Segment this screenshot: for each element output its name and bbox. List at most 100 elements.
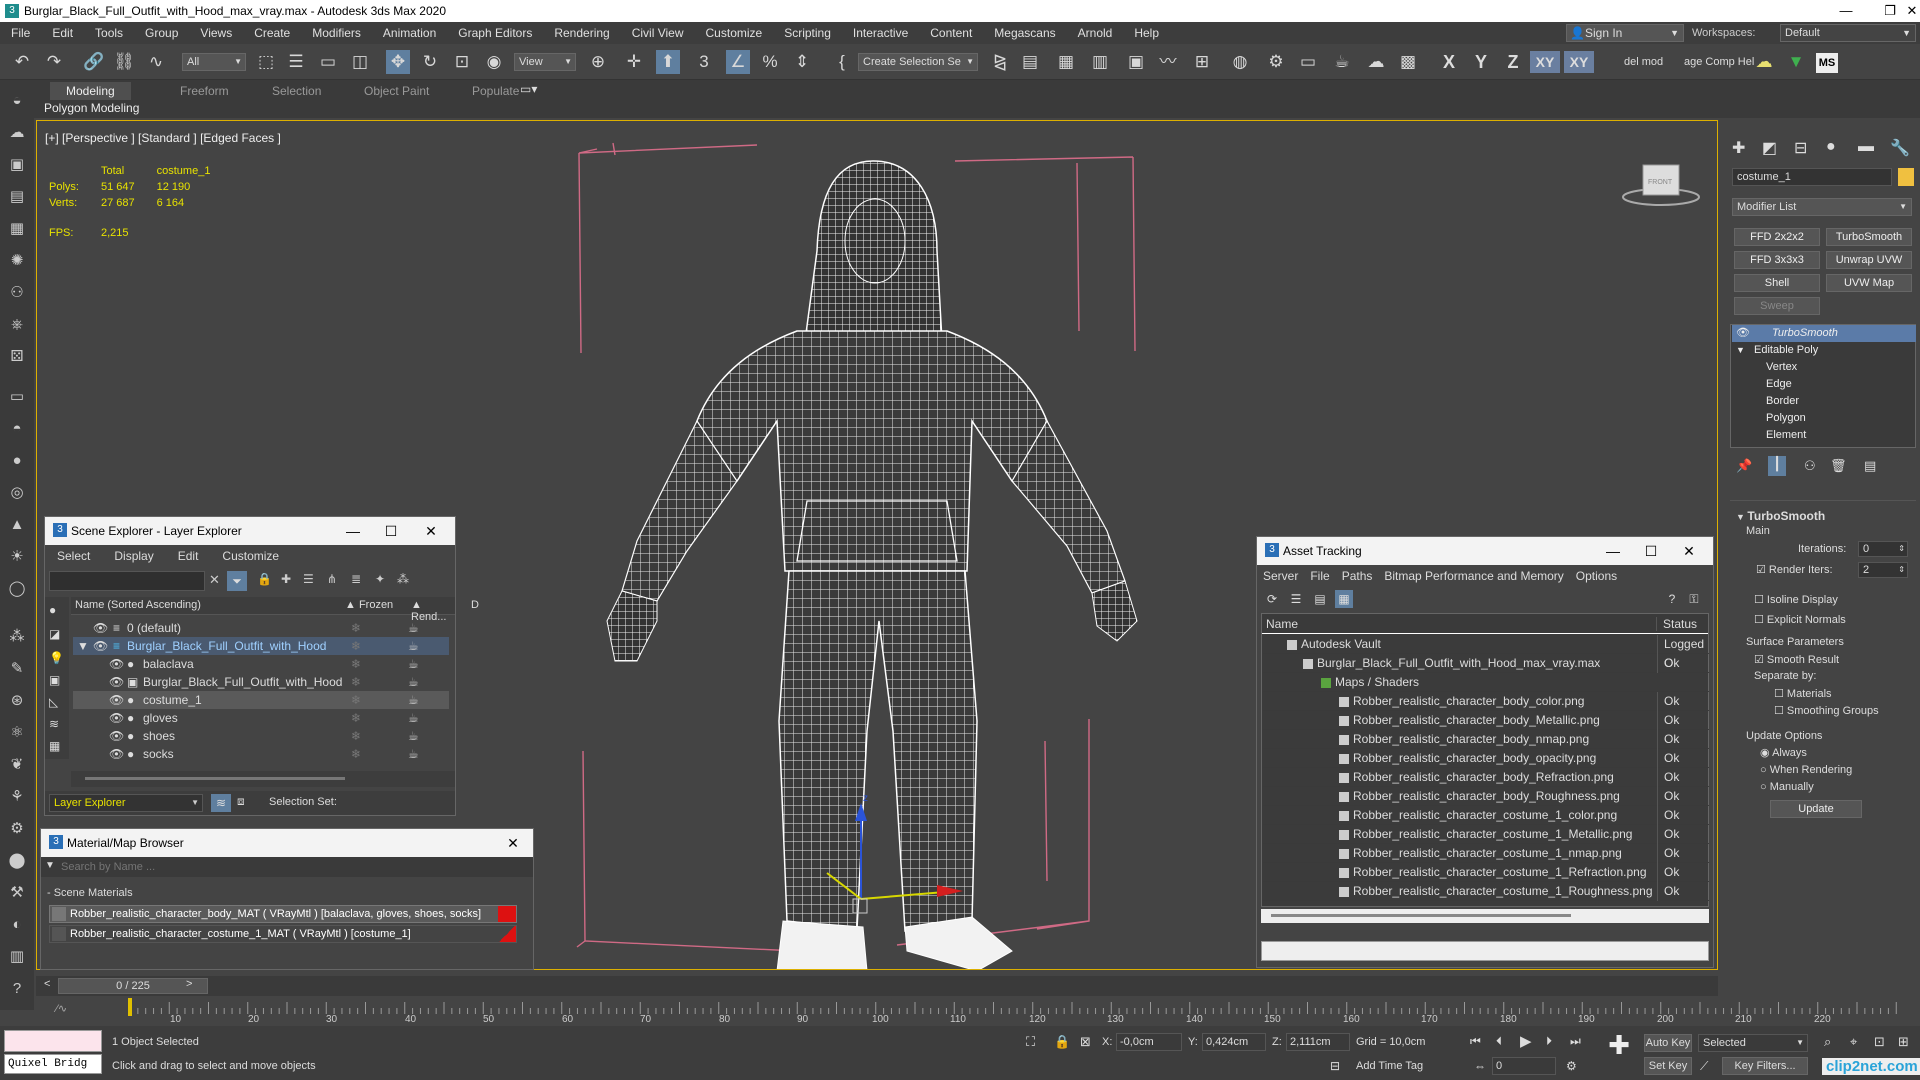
render-setup-icon[interactable]: ⚙ bbox=[1264, 50, 1288, 74]
object-row[interactable]: 👁 ▣ Burglar_Black_Full_Outfit_with_Hood … bbox=[73, 673, 449, 691]
link-icon[interactable]: 🔗 bbox=[82, 50, 106, 74]
plant-icon[interactable]: ❦ bbox=[6, 754, 28, 776]
turbosmooth-button[interactable]: TurboSmooth bbox=[1826, 228, 1912, 246]
renderable-icon[interactable]: ☕ bbox=[408, 745, 419, 763]
asset-row[interactable]: Robber_realistic_character_body_Metallic… bbox=[1263, 711, 1709, 730]
visibility-eye-icon[interactable]: 👁 bbox=[93, 637, 108, 655]
minimize-icon[interactable]: — bbox=[1593, 539, 1633, 563]
asset-column-name[interactable]: Name bbox=[1266, 617, 1298, 631]
auto-key-button[interactable]: Auto Key bbox=[1644, 1034, 1692, 1052]
object-color-swatch[interactable] bbox=[1898, 168, 1914, 186]
group-filter-icon[interactable]: ▦ bbox=[49, 739, 60, 753]
sort-layers-icon[interactable]: ⧈ bbox=[237, 794, 245, 809]
asset-row[interactable]: Robber_realistic_character_body_Roughnes… bbox=[1263, 787, 1709, 806]
help-icon[interactable]: ? bbox=[1663, 590, 1681, 608]
next-key-icon[interactable]: ⏵ bbox=[1546, 1034, 1552, 1049]
set-key-big-icon[interactable]: ✚ bbox=[1604, 1030, 1634, 1060]
time-slider[interactable]: < 0 / 225 > bbox=[36, 976, 1718, 996]
render-iters-checkbox[interactable]: ☑ Render Iters: bbox=[1756, 562, 1833, 578]
light-filter-icon[interactable]: 💡 bbox=[49, 651, 64, 665]
keyboard-shortcut-override-icon[interactable]: ⬆ bbox=[656, 50, 680, 74]
undo-icon[interactable]: ↶ bbox=[10, 50, 34, 74]
show-end-result-icon[interactable]: ┃ bbox=[1768, 456, 1786, 476]
layer-row[interactable]: ▼ 👁 ≡ Burglar_Black_Full_Outfit_with_Hoo… bbox=[73, 637, 449, 655]
make-unique-icon[interactable]: ⚇ bbox=[1804, 458, 1816, 474]
menu-megascans[interactable]: Megascans bbox=[983, 26, 1066, 40]
restrict-plane-cycle-button[interactable]: XY bbox=[1564, 51, 1594, 73]
renderable-icon[interactable]: ☕ bbox=[408, 619, 419, 637]
go-to-start-icon[interactable]: ⏮ bbox=[1470, 1034, 1481, 1049]
render-iters-spinner[interactable]: 2 ⇕ bbox=[1858, 562, 1908, 578]
frozen-icon[interactable]: ❄ bbox=[351, 727, 361, 745]
rotate-icon[interactable]: ↻ bbox=[418, 50, 442, 74]
unlink-icon[interactable]: ⛓ bbox=[112, 50, 136, 74]
sweep-button[interactable]: Sweep bbox=[1734, 297, 1820, 315]
object-row[interactable]: 👁 ● socks ❄ ☕ bbox=[73, 745, 449, 763]
object-row[interactable]: 👁 ● shoes ❄ ☕ bbox=[73, 727, 449, 745]
scene-materials-group[interactable]: - Scene Materials bbox=[47, 887, 133, 899]
restrict-z-button[interactable]: Z bbox=[1500, 51, 1526, 73]
ribbon-tab-object-paint[interactable]: Object Paint bbox=[348, 82, 445, 100]
renderable-icon[interactable]: ☕ bbox=[408, 709, 419, 727]
menu-create[interactable]: Create bbox=[243, 26, 301, 40]
layers-icon[interactable]: ▥ bbox=[6, 946, 28, 968]
menu-modifiers[interactable]: Modifiers bbox=[301, 26, 372, 40]
ribbon-tab-freeform[interactable]: Freeform bbox=[164, 82, 245, 100]
detail-view-icon[interactable]: ▤ bbox=[1311, 590, 1329, 608]
named-selection-set-select[interactable]: Create Selection Se ▼ bbox=[858, 53, 978, 71]
material-search-input[interactable] bbox=[61, 859, 521, 875]
asset-tracking-header[interactable]: 3 Asset Tracking — ☐ ✕ bbox=[1257, 537, 1713, 565]
object-row[interactable]: 👁 ● balaclava ❄ ☕ bbox=[73, 655, 449, 673]
display-tab-icon[interactable]: ▬ bbox=[1858, 138, 1874, 156]
unwrap-uvw-button[interactable]: Unwrap UVW bbox=[1826, 251, 1912, 269]
ms-button[interactable]: MS bbox=[1816, 53, 1838, 73]
table-view-icon[interactable]: ▦ bbox=[1335, 590, 1353, 608]
render-production-icon[interactable]: ☕ bbox=[1330, 50, 1354, 74]
light-bulb-icon[interactable]: 👁 bbox=[1736, 325, 1750, 342]
explicit-normals-checkbox[interactable]: ☐ Explicit Normals bbox=[1754, 612, 1846, 628]
clear-search-icon[interactable]: ✕ bbox=[209, 572, 220, 588]
asset-path-field[interactable] bbox=[1261, 941, 1709, 961]
object-name-field[interactable]: costume_1 bbox=[1732, 168, 1892, 186]
menu-scripting[interactable]: Scripting bbox=[773, 26, 842, 40]
collapse-icon[interactable]: ▼ bbox=[77, 637, 89, 655]
percent-snap-icon[interactable]: % bbox=[758, 50, 782, 74]
edit-named-selection-icon[interactable]: { bbox=[830, 50, 854, 74]
column-name[interactable]: Name (Sorted Ascending) bbox=[75, 599, 201, 611]
time-configuration-icon[interactable]: ⚙ bbox=[1566, 1059, 1577, 1073]
pin-stack-icon[interactable]: 📌 bbox=[1736, 458, 1752, 474]
asset-menu-paths[interactable]: Paths bbox=[1336, 569, 1379, 583]
atom-icon[interactable]: ⚛ bbox=[6, 722, 28, 744]
utilities-tab-icon[interactable]: 🔧 bbox=[1890, 138, 1910, 158]
schematic-view-icon[interactable]: ⊞ bbox=[1190, 50, 1214, 74]
menu-file[interactable]: File bbox=[0, 26, 41, 40]
cone-icon[interactable]: ▲ bbox=[6, 514, 28, 536]
menu-civil-view[interactable]: Civil View bbox=[621, 26, 695, 40]
reference-coordinate-select[interactable]: View ▼ bbox=[514, 53, 576, 71]
close-icon[interactable]: ✕ bbox=[411, 519, 451, 543]
settings-icon[interactable]: ⚙ bbox=[6, 818, 28, 840]
track-bar[interactable]: ⁄∿ 10 20 30 40 50 60 70 80 90 100 110 12… bbox=[36, 996, 1918, 1026]
toggle-scene-explorer-icon[interactable]: ▦ bbox=[1054, 50, 1078, 74]
light-icon[interactable]: ✺ bbox=[6, 250, 28, 272]
key-selection-select[interactable]: Selected ▼ bbox=[1698, 1034, 1808, 1052]
smoothing-groups-checkbox[interactable]: ☐ Smoothing Groups bbox=[1774, 703, 1879, 719]
scrollbar-thumb[interactable] bbox=[1271, 914, 1571, 917]
menu-graph-editors[interactable]: Graph Editors bbox=[447, 26, 543, 40]
minimize-icon[interactable]: — bbox=[333, 519, 373, 543]
stack-item-turbosmooth[interactable]: 👁 TurboSmooth bbox=[1732, 325, 1916, 342]
maximize-icon[interactable]: ☐ bbox=[371, 519, 411, 543]
link-tool-icon[interactable]: ⚇ bbox=[6, 282, 28, 304]
ribbon-subtab-polygon-modeling[interactable]: Polygon Modeling bbox=[44, 101, 139, 115]
camera-icon[interactable]: ⎈ bbox=[6, 314, 28, 336]
scrollbar-thumb[interactable] bbox=[85, 777, 345, 780]
configure-modifier-sets-icon[interactable]: ▤ bbox=[1864, 458, 1876, 474]
menu-rendering[interactable]: Rendering bbox=[543, 26, 620, 40]
frozen-icon[interactable]: ❄ bbox=[351, 655, 361, 673]
asset-horizontal-scrollbar[interactable] bbox=[1261, 909, 1709, 923]
ffd-2x2x2-button[interactable]: FFD 2x2x2 bbox=[1734, 228, 1820, 246]
remove-modifier-icon[interactable]: 🗑 bbox=[1830, 458, 1847, 474]
asset-row[interactable]: Robber_realistic_character_costume_1_Met… bbox=[1263, 825, 1709, 844]
z-coordinate-field[interactable]: 2,111cm bbox=[1286, 1033, 1350, 1051]
asset-row[interactable]: Robber_realistic_character_costume_1_col… bbox=[1263, 806, 1709, 825]
